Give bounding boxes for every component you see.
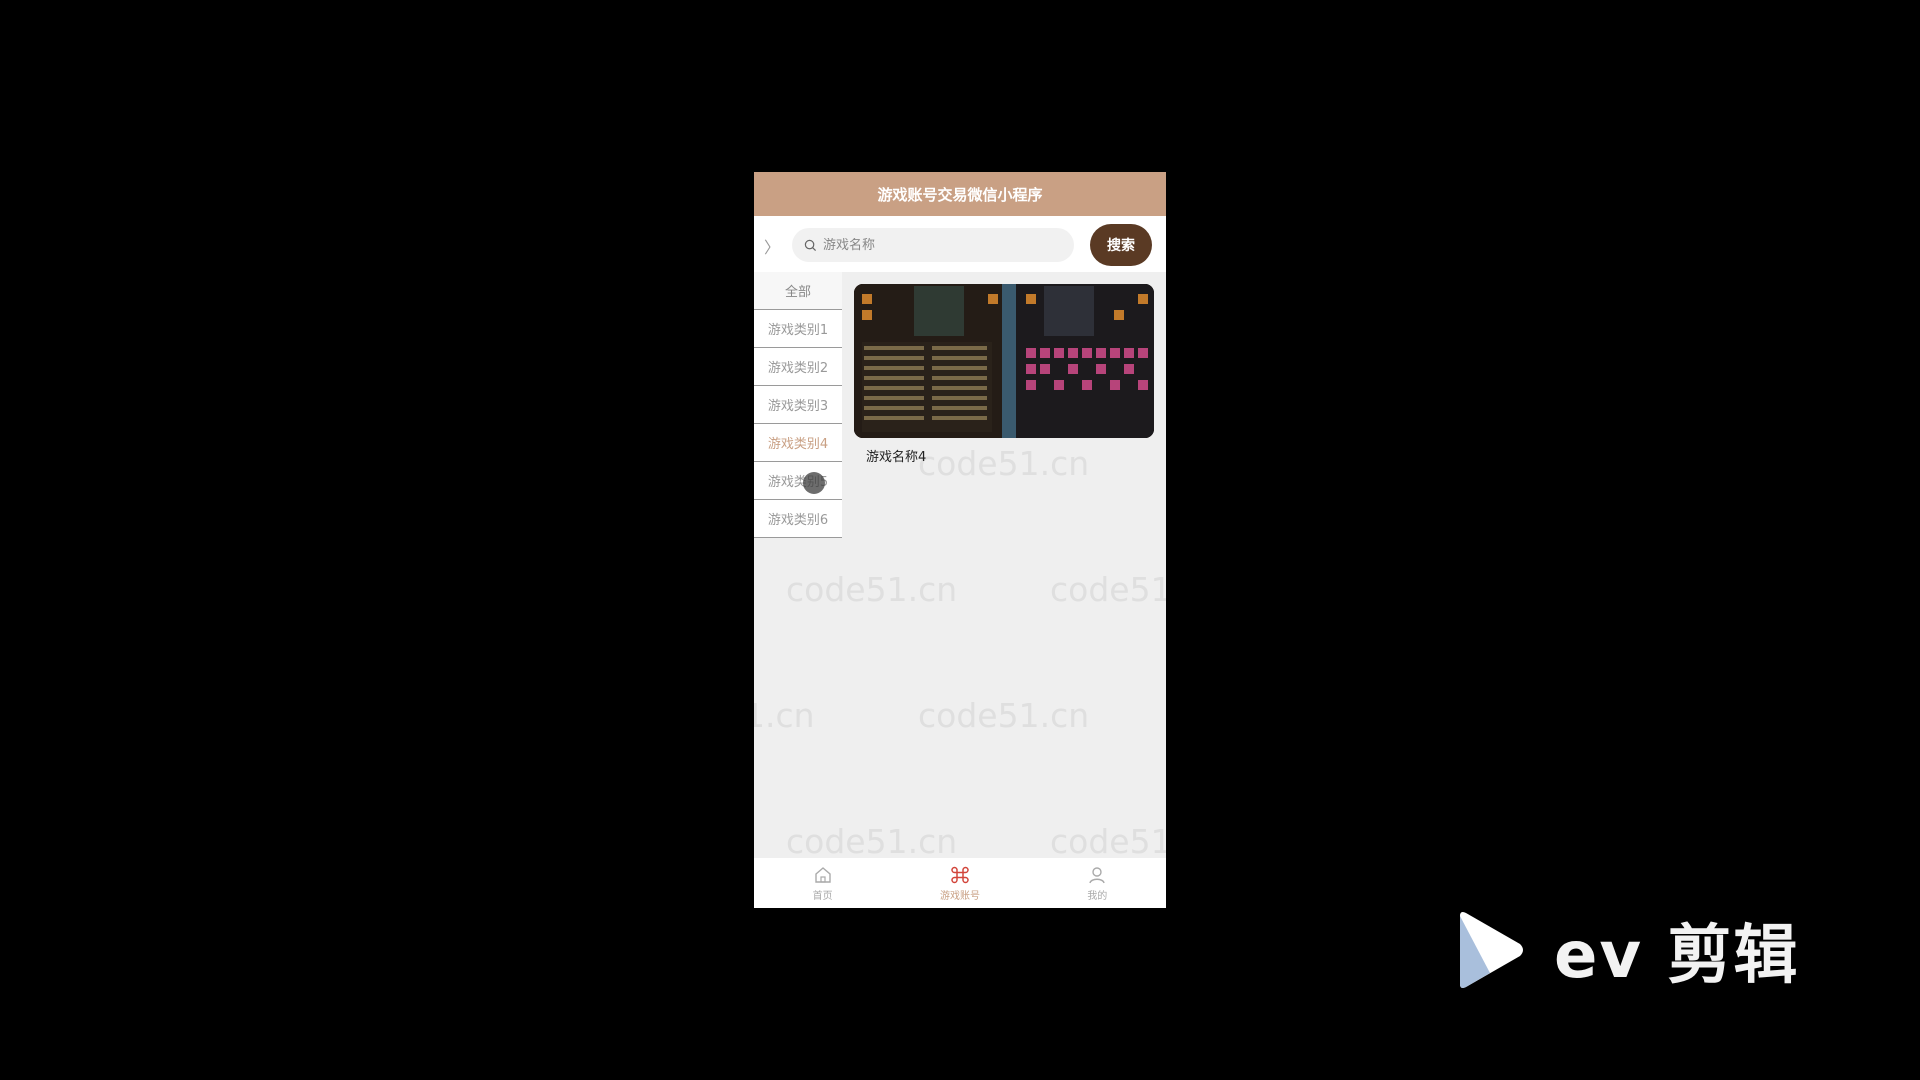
- watermark: code51.cn: [786, 570, 958, 609]
- category-item-all[interactable]: 全部: [754, 272, 842, 310]
- game-screenshot-image: [854, 284, 1154, 438]
- category-item-selected[interactable]: 游戏类别4: [754, 424, 842, 462]
- product-name: 游戏名称4: [866, 450, 927, 465]
- ev-editor-watermark: ev 剪辑: [1450, 905, 1830, 995]
- search-button[interactable]: 搜索: [1090, 224, 1152, 266]
- tab-home[interactable]: 首页: [754, 858, 891, 908]
- chevron-right-icon[interactable]: 〉: [764, 234, 780, 258]
- play-icon: [1460, 912, 1523, 988]
- category-item[interactable]: 游戏类别3: [754, 386, 842, 424]
- search-box[interactable]: [792, 228, 1074, 262]
- watermark: code51.cn: [1050, 822, 1166, 861]
- search-icon: [804, 239, 817, 251]
- product-image: [854, 284, 1154, 438]
- video-frame: 1.cn code51.cn code51.cn code51.cn code5…: [0, 0, 1920, 1080]
- ev-brand-text: ev 剪辑: [1554, 919, 1800, 993]
- app-title: 游戏账号交易微信小程序: [877, 185, 1043, 204]
- category-item[interactable]: 游戏类别6: [754, 500, 842, 538]
- command-icon: [951, 866, 969, 884]
- bottom-tab-bar: 首页 游戏账号 我的: [754, 858, 1166, 908]
- category-sidebar: 全部 游戏类别1 游戏类别2 游戏类别3 游戏类别4 游戏类别5 游戏类别6: [754, 272, 842, 538]
- tab-game-accounts[interactable]: 游戏账号: [891, 858, 1028, 908]
- app-title-bar: 游戏账号交易微信小程序: [754, 172, 1166, 216]
- touch-indicator: [803, 472, 825, 494]
- product-list: 游戏名称4: [854, 284, 1154, 465]
- category-item[interactable]: 游戏类别5: [754, 462, 842, 500]
- tab-game-accounts-label: 游戏账号: [939, 891, 980, 902]
- watermark: code51.cn: [1050, 570, 1166, 609]
- tab-mine-label: 我的: [1087, 891, 1108, 902]
- product-card[interactable]: 游戏名称4: [854, 284, 1154, 465]
- home-icon: [814, 867, 831, 883]
- user-icon: [1089, 867, 1105, 884]
- search-input[interactable]: [823, 237, 1053, 253]
- tab-mine[interactable]: 我的: [1029, 858, 1166, 908]
- search-row: 〉 搜索: [754, 216, 1166, 272]
- category-item[interactable]: 游戏类别1: [754, 310, 842, 348]
- watermark: code51.cn: [786, 822, 958, 861]
- watermark: 1.cn: [754, 696, 815, 735]
- tab-home-label: 首页: [812, 891, 833, 902]
- watermark: code51.cn: [918, 696, 1090, 735]
- category-item[interactable]: 游戏类别2: [754, 348, 842, 386]
- phone-screen: 1.cn code51.cn code51.cn code51.cn code5…: [754, 172, 1166, 908]
